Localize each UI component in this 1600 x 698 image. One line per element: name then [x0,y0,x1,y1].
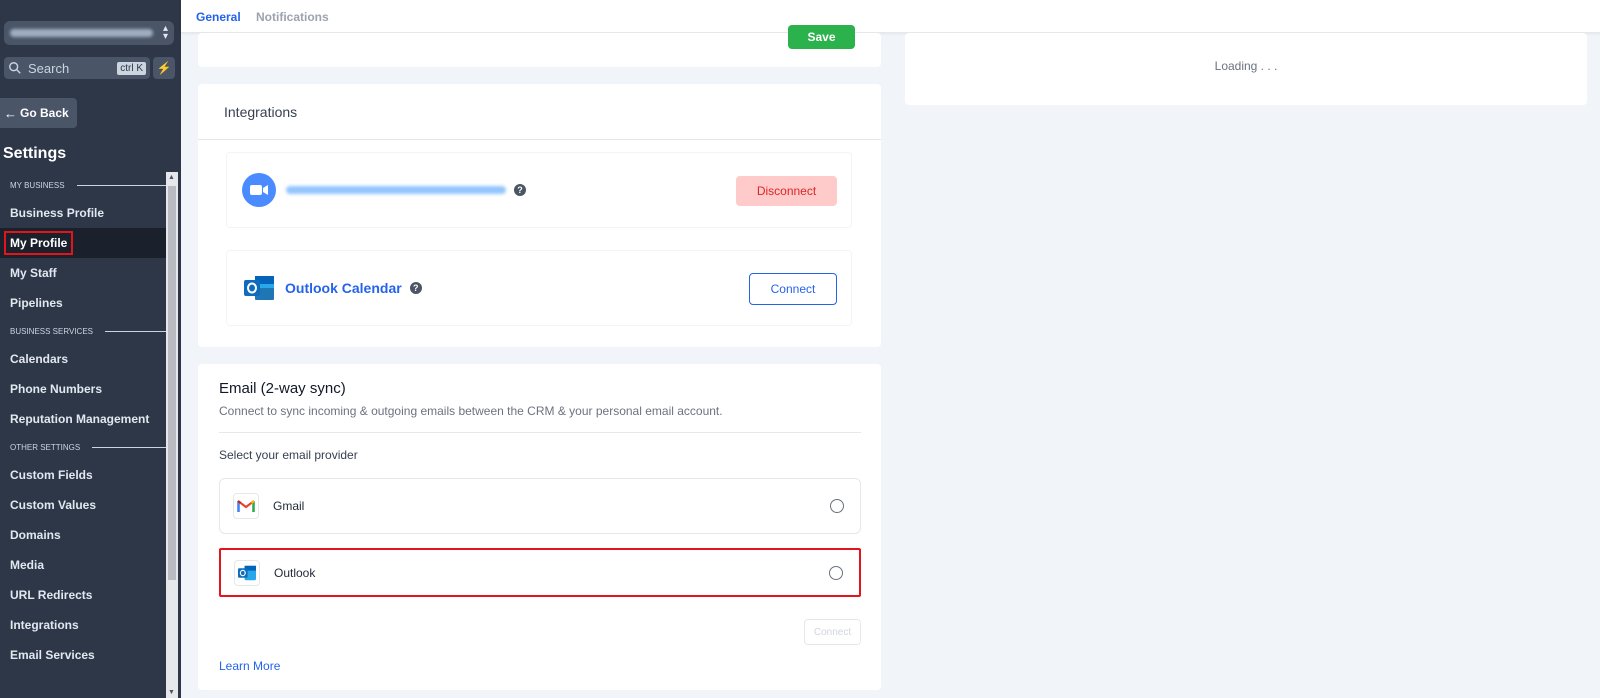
settings-nav: MY BUSINESS Business Profile My Profile … [0,172,166,670]
scroll-down-icon[interactable]: ▼ [168,689,175,696]
outlook-calendar-connect-button[interactable]: Connect [749,273,837,305]
tab-general[interactable]: General [196,10,241,24]
save-button[interactable]: Save [788,25,855,49]
email-sync-subtitle: Connect to sync incoming & outgoing emai… [219,404,723,418]
sidebar-item-reputation-management[interactable]: Reputation Management [0,404,166,434]
search-input[interactable]: Search ctrl K [4,57,150,79]
search-shortcut-badge: ctrl K [117,61,146,75]
scrollbar-thumb[interactable] [168,186,176,580]
bolt-icon: ⚡ [156,61,172,75]
gmail-label: Gmail [273,499,305,513]
sidebar-item-calendars[interactable]: Calendars [0,344,166,374]
zoom-icon [242,173,276,207]
email-sync-card: Email (2-way sync) Connect to sync incom… [198,364,881,690]
connected-email-blurred [286,186,506,194]
sidebar-item-label: My Profile [4,231,74,255]
go-back-button[interactable]: ← Go Back [0,98,77,128]
outlook-icon [244,276,274,300]
integrations-title: Integrations [198,84,881,140]
sidebar-item-phone-numbers[interactable]: Phone Numbers [0,374,166,404]
sidebar-item-custom-values[interactable]: Custom Values [0,490,166,520]
scroll-up-icon[interactable]: ▲ [168,174,175,181]
sidebar-item-email-services[interactable]: Email Services [0,640,166,670]
loading-card: Loading . . . [905,33,1587,105]
settings-title: Settings [3,145,67,162]
email-connect-button[interactable]: Connect [804,619,861,645]
sidebar-item-url-redirects[interactable]: URL Redirects [0,580,166,610]
sidebar-item-domains[interactable]: Domains [0,520,166,550]
help-icon[interactable]: ? [514,184,526,196]
outlook-radio[interactable] [829,565,843,580]
settings-tabs: General Notifications [181,0,1600,33]
gmail-provider-option[interactable]: Gmail [219,478,861,534]
disconnect-button[interactable]: Disconnect [736,176,837,206]
section-label-my-business: MY BUSINESS [0,172,166,198]
sidebar-item-business-profile[interactable]: Business Profile [0,198,166,228]
outlook-icon [234,559,260,586]
sidebar-item-pipelines[interactable]: Pipelines [0,288,166,318]
search-icon [9,62,21,74]
gmail-radio[interactable] [830,499,844,513]
section-label-business-services: BUSINESS SERVICES [0,318,166,344]
integrations-card: Integrations ? Disconnect Outlook Calend… [198,84,881,347]
email-sync-title: Email (2-way sync) [219,380,346,397]
outlook-calendar-label[interactable]: Outlook Calendar [285,280,402,296]
learn-more-link[interactable]: Learn More [219,659,280,673]
sidebar-item-my-staff[interactable]: My Staff [0,258,166,288]
chevron-updown-icon: ▴ ▾ [162,23,168,42]
sidebar-item-media[interactable]: Media [0,550,166,580]
search-placeholder: Search [28,60,70,76]
quick-actions-button[interactable]: ⚡ [153,57,175,79]
divider [219,432,861,433]
go-back-label: Go Back [20,106,69,120]
outlook-label: Outlook [274,565,316,580]
profile-card: Save [198,25,881,67]
outlook-provider-option[interactable]: Outlook [219,548,861,597]
section-label-other-settings: OTHER SETTINGS [0,434,166,460]
location-name-blurred [10,29,153,37]
sidebar: ▴ ▾ Search ctrl K ⚡ ← Go Back Settings MY… [0,0,181,698]
zoom-integration-row: ? Disconnect [226,152,852,228]
outlook-calendar-row: Outlook Calendar ? Connect [226,250,852,326]
help-icon[interactable]: ? [409,282,422,294]
email-provider-label: Select your email provider [219,448,358,462]
sidebar-item-custom-fields[interactable]: Custom Fields [0,460,166,490]
loading-text: Loading . . . [1214,59,1278,73]
sidebar-item-integrations[interactable]: Integrations [0,610,166,640]
arrow-left-icon: ← [4,105,17,121]
gmail-icon [233,493,259,519]
tab-notifications[interactable]: Notifications [256,10,329,24]
location-switcher[interactable]: ▴ ▾ [4,21,174,45]
sidebar-scrollbar[interactable]: ▲ ▼ [166,172,178,698]
sidebar-item-my-profile[interactable]: My Profile [0,228,166,258]
